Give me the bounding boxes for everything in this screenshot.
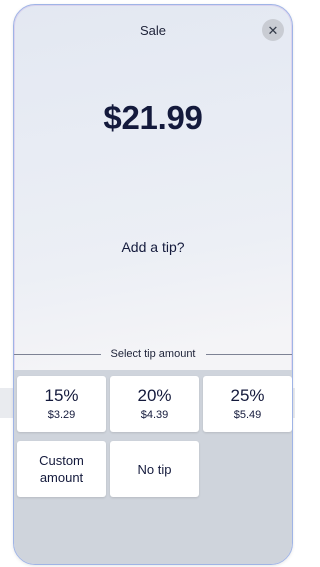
- custom-amount-button[interactable]: Custom amount: [17, 441, 106, 497]
- tip-screen-panel: Sale ✕ $21.99 Add a tip? Select tip amou…: [13, 4, 293, 565]
- tip-option-20[interactable]: 20% $4.39: [110, 376, 199, 432]
- section-divider: Select tip amount: [14, 346, 292, 362]
- custom-label-line1: Custom: [39, 453, 84, 468]
- tip-option-15[interactable]: 15% $3.29: [17, 376, 106, 432]
- header: Sale ✕: [14, 5, 292, 57]
- tip-prompt: Add a tip?: [121, 239, 185, 255]
- divider-line-left: [14, 353, 101, 355]
- tip-percent: 15%: [44, 386, 79, 405]
- tip-percent: 25%: [230, 386, 265, 405]
- page-title: Sale: [139, 23, 167, 38]
- tip-percent: 20%: [137, 386, 172, 405]
- tip-amount: $5.49: [233, 409, 262, 421]
- close-icon: ✕: [267, 22, 279, 38]
- no-tip-label: No tip: [137, 461, 172, 477]
- custom-label-line2: amount: [39, 470, 84, 485]
- divider-line-right: [205, 353, 292, 355]
- no-tip-button[interactable]: No tip: [110, 441, 199, 497]
- sale-amount: $21.99: [103, 99, 203, 136]
- tip-options-panel: 15% $3.29 20% $4.39 25% $5.49 Custom amo…: [14, 370, 292, 564]
- tip-amount: $3.29: [47, 409, 76, 421]
- close-button[interactable]: ✕: [262, 19, 284, 41]
- section-label: Select tip amount: [110, 348, 196, 360]
- tip-amount: $4.39: [140, 409, 169, 421]
- screen: Sale ✕ $21.99 Add a tip? Select tip amou…: [0, 0, 295, 567]
- tip-option-25[interactable]: 25% $5.49: [203, 376, 292, 432]
